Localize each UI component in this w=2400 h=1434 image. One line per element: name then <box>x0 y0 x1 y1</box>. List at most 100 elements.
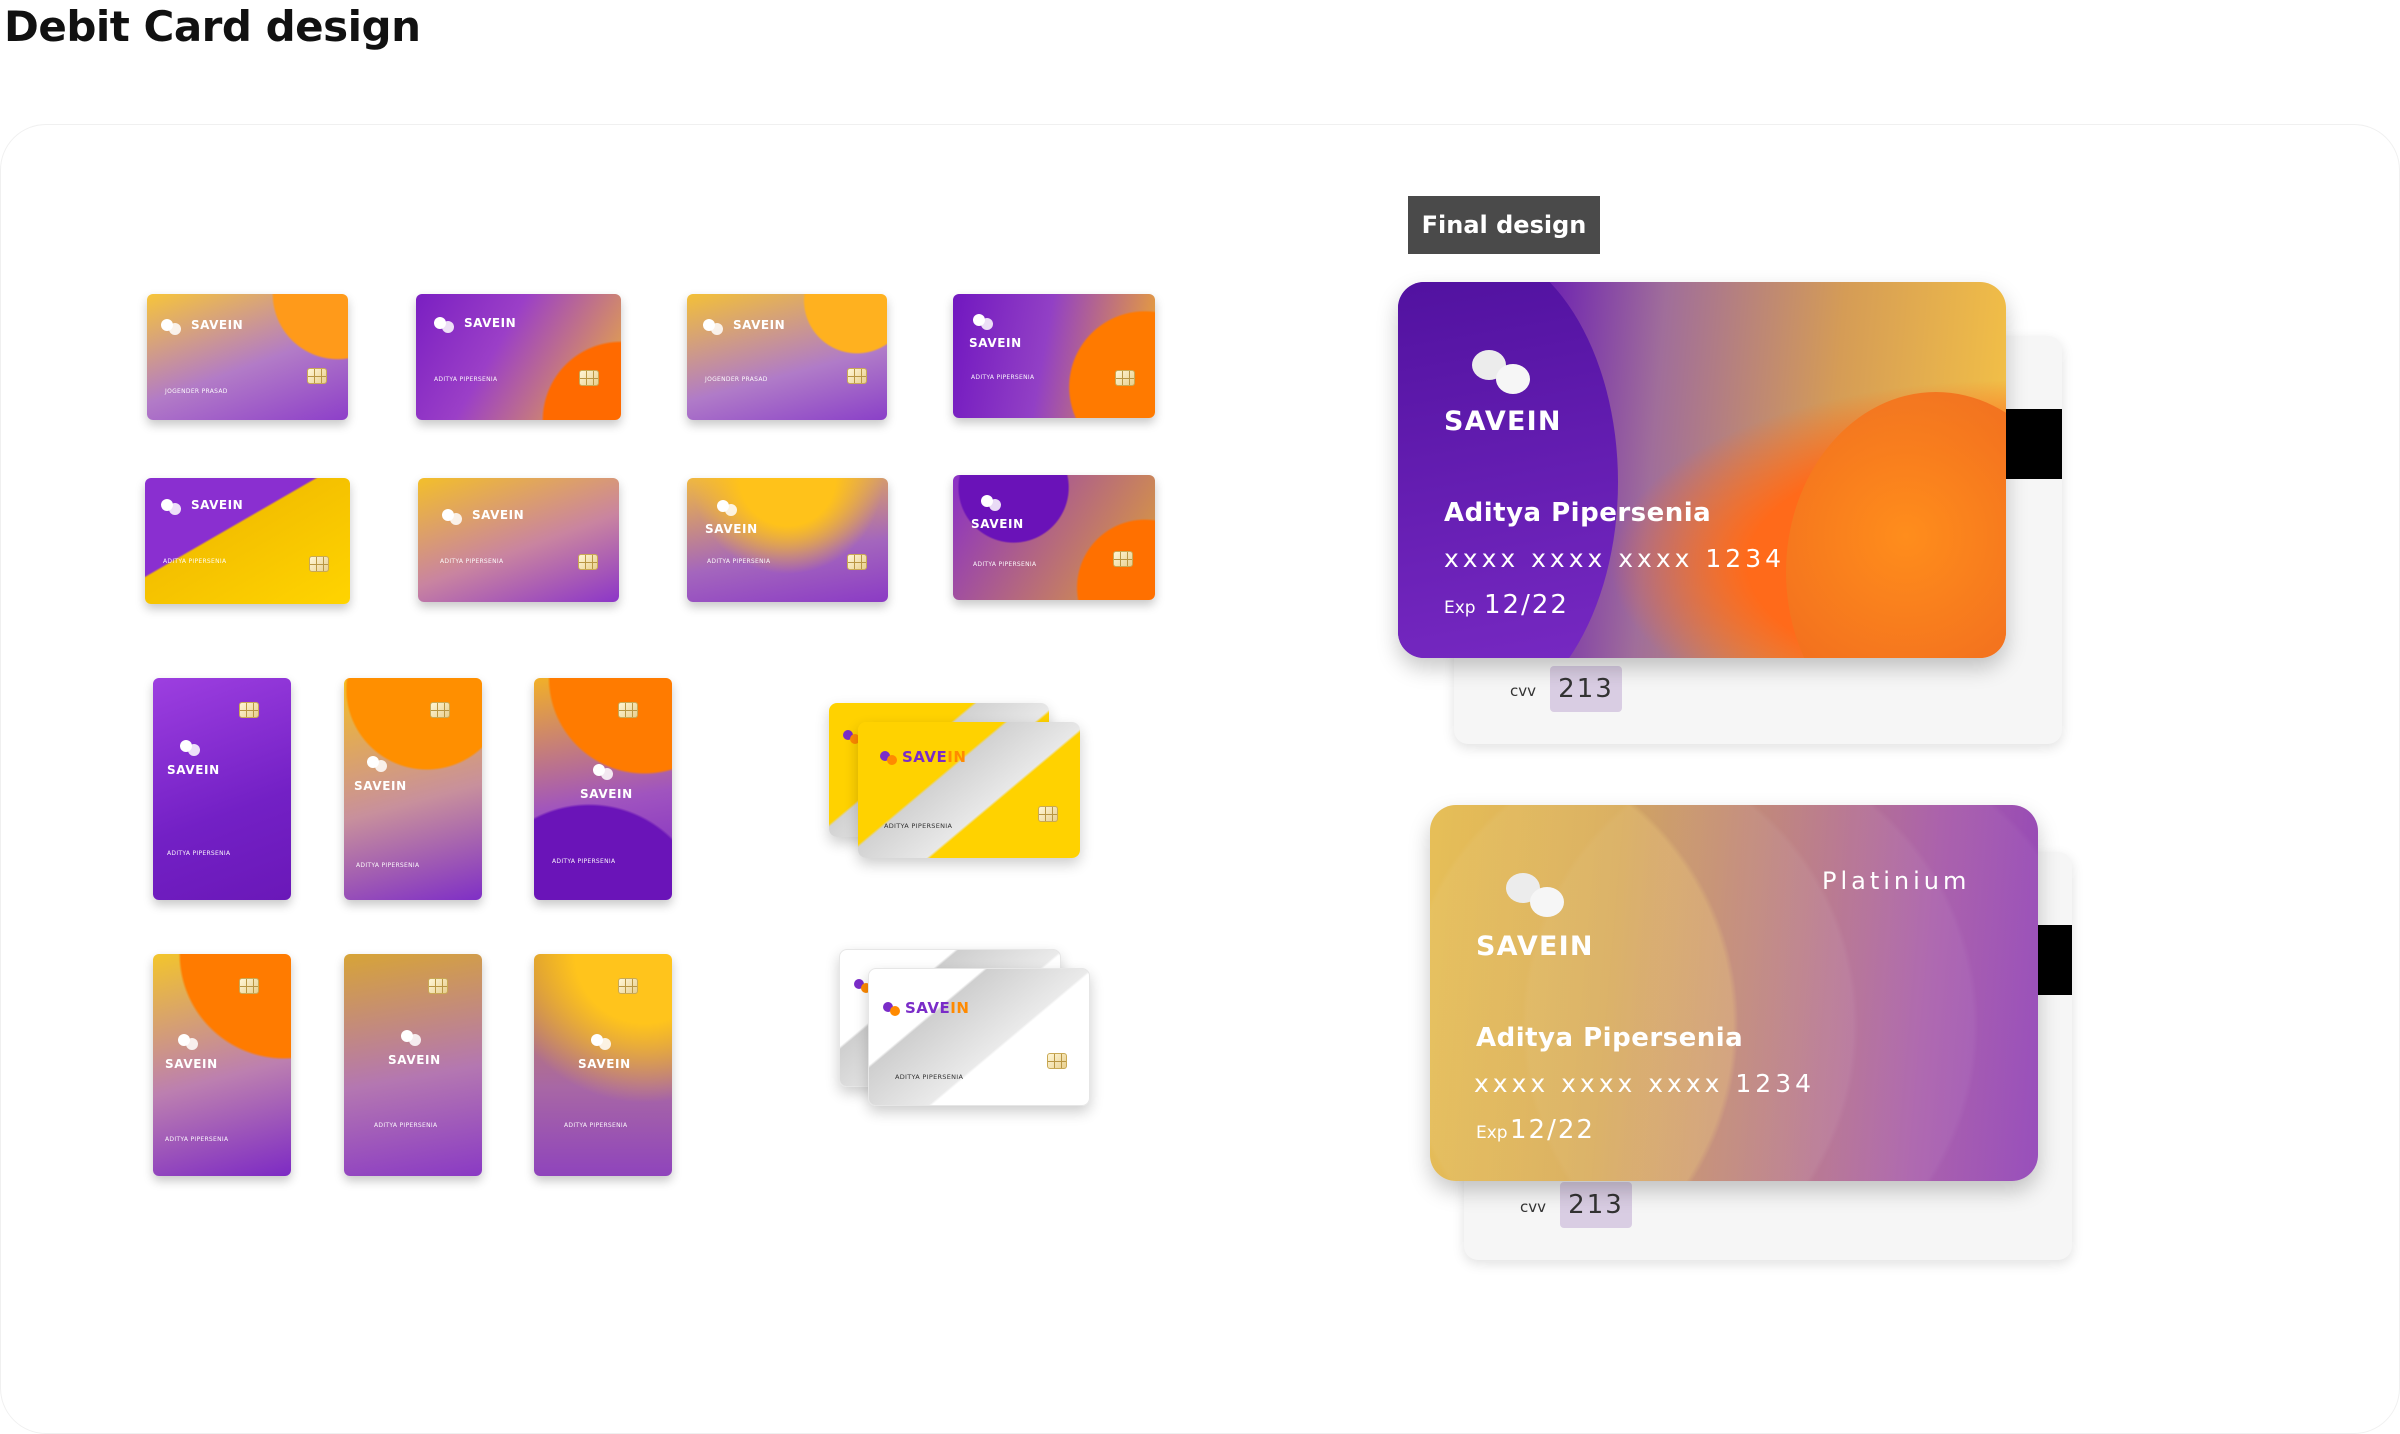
brand-text: SAVEIN <box>733 318 786 332</box>
exp-value: 12/22 <box>1484 590 1569 620</box>
card-number: xxxx xxxx xxxx 1234 <box>1444 544 1786 573</box>
magnetic-strip <box>2036 925 2072 995</box>
final-design-label: Final design <box>1408 196 1600 254</box>
chip-icon <box>618 702 638 718</box>
card-holder: ADITYA PIPERSENIA <box>374 1122 438 1129</box>
brand-text: SAVEIN <box>388 1053 441 1067</box>
brand-part-1: SAVE <box>902 748 948 766</box>
card-variation-6[interactable]: SAVEIN ADITYA PIPERSENIA <box>418 478 619 602</box>
chip-icon <box>847 554 867 570</box>
cvv-value: 213 <box>1550 666 1622 712</box>
brand-part-2: IN <box>950 999 970 1017</box>
logo-icon <box>442 508 468 525</box>
card-variation-8[interactable]: SAVEIN ADITYA PIPERSENIA <box>953 475 1155 600</box>
card-holder-name: Aditya Pipersenia <box>1476 1023 1744 1053</box>
page-title: Debit Card design <box>4 2 421 51</box>
card-vertical-2[interactable]: SAVEIN ADITYA PIPERSENIA <box>344 678 482 900</box>
logo-icon <box>178 1034 204 1052</box>
logo-icon <box>161 498 187 515</box>
logo-icon <box>717 500 743 518</box>
cvv-label: cvv <box>1520 1198 1547 1216</box>
card-brand: SAVEIN <box>388 1030 441 1067</box>
logo-icon <box>434 316 460 333</box>
card-brand: SAVEIN <box>165 1034 218 1071</box>
brand-text: SAVEIN <box>705 522 758 536</box>
chip-icon <box>428 978 448 994</box>
chip-icon <box>307 368 327 384</box>
brand-text: SAVEIN <box>969 336 1022 350</box>
card-holder: ADITYA PIPERSENIA <box>356 862 420 869</box>
brand-text: SAVEIN <box>472 508 525 522</box>
card-brand: SAVEIN <box>354 756 407 793</box>
card-brand: SAVEIN <box>580 764 633 801</box>
card-brand: SAVEIN <box>705 500 758 536</box>
brand-text: SAVEIN <box>191 318 244 332</box>
brand-text: SAVEIN <box>165 1057 218 1071</box>
cvv-label: cvv <box>1510 682 1537 700</box>
brand-text: SAVEIN <box>580 787 633 801</box>
brand-part-2: IN <box>947 748 967 766</box>
card-variation-1[interactable]: SAVEIN JOGENDER PRASAD <box>147 294 348 420</box>
logo-icon <box>180 740 206 758</box>
mockup-yellow-front[interactable]: SAVEIN ADITYA PIPERSENIA <box>858 722 1080 858</box>
brand-text: SAVEIN <box>971 517 1024 531</box>
card-brand: SAVEIN <box>703 318 786 335</box>
card-variation-7[interactable]: SAVEIN ADITYA PIPERSENIA <box>687 478 888 602</box>
chip-icon <box>1038 806 1058 822</box>
logo-icon <box>981 495 1007 513</box>
card-tier: Platinium <box>1822 867 1971 895</box>
card-holder: ADITYA PIPERSENIA <box>564 1122 628 1129</box>
logo-icon <box>883 1001 903 1016</box>
card-brand: SAVEIN <box>1444 406 1562 437</box>
card-variation-2[interactable]: SAVEIN ADITYA PIPERSENIA <box>416 294 621 420</box>
card-holder: ADITYA PIPERSENIA <box>167 850 231 857</box>
card-brand: SAVEIN <box>442 508 525 525</box>
savein-logo-icon <box>1472 350 1532 394</box>
card-brand: SAVEIN <box>969 314 1022 350</box>
mockup-holder: ADITYA PIPERSENIA <box>884 822 953 830</box>
card-holder: ADITYA PIPERSENIA <box>552 858 616 865</box>
brand-part-1: SAVE <box>905 999 951 1017</box>
card-brand: SAVEIN <box>434 316 516 333</box>
cvv-value: 213 <box>1560 1182 1632 1228</box>
chip-icon <box>309 556 329 572</box>
logo-icon <box>401 1030 427 1048</box>
exp-label: Exp <box>1444 598 1476 618</box>
card-vertical-4[interactable]: SAVEIN ADITYA PIPERSENIA <box>153 954 291 1176</box>
mockup-white-front[interactable]: SAVEIN ADITYA PIPERSENIA <box>868 968 1090 1106</box>
card-brand: SAVEIN <box>578 1034 631 1071</box>
card-variation-3[interactable]: SAVEIN JOGENDER PRASAD <box>687 294 887 420</box>
brand-text: SAVEIN <box>578 1057 631 1071</box>
chip-icon <box>847 368 867 384</box>
card-holder: ADITYA PIPERSENIA <box>973 561 1037 568</box>
mockup-holder: ADITYA PIPERSENIA <box>895 1073 964 1081</box>
chip-icon <box>578 554 598 570</box>
mockup-brand: SAVEIN <box>880 748 966 766</box>
logo-icon <box>973 314 999 332</box>
card-holder: ADITYA PIPERSENIA <box>707 558 771 565</box>
logo-icon <box>593 764 619 782</box>
card-brand: SAVEIN <box>161 498 243 515</box>
card-holder: JOGENDER PRASAD <box>705 376 768 383</box>
exp-value: 12/22 <box>1510 1115 1595 1145</box>
card2-front[interactable]: SAVEIN Platinium Aditya Pipersenia xxxx … <box>1430 805 2038 1181</box>
card-variation-4[interactable]: SAVEIN ADITYA PIPERSENIA <box>953 294 1155 418</box>
brand-text: SAVEIN <box>167 763 220 777</box>
card-holder-name: Aditya Pipersenia <box>1444 498 1712 528</box>
mockup-brand: SAVEIN <box>883 999 969 1017</box>
exp-label: Exp <box>1476 1123 1508 1143</box>
card-holder: JOGENDER PRASAD <box>165 388 228 395</box>
card-vertical-1[interactable]: SAVEIN ADITYA PIPERSENIA <box>153 678 291 900</box>
card-brand: SAVEIN <box>1476 931 1594 962</box>
card-holder: ADITYA PIPERSENIA <box>165 1136 229 1143</box>
card-vertical-5[interactable]: SAVEIN ADITYA PIPERSENIA <box>344 954 482 1176</box>
card1-front[interactable]: SAVEIN Aditya Pipersenia xxxx xxxx xxxx … <box>1398 282 2006 658</box>
chip-icon <box>1047 1053 1067 1069</box>
logo-icon <box>161 318 187 335</box>
card-holder: ADITYA PIPERSENIA <box>440 558 504 565</box>
card-vertical-6[interactable]: SAVEIN ADITYA PIPERSENIA <box>534 954 672 1176</box>
card-variation-5[interactable]: SAVEIN ADITYA PIPERSENIA <box>145 478 350 604</box>
chip-icon <box>239 702 259 718</box>
card-number: xxxx xxxx xxxx 1234 <box>1474 1069 1816 1098</box>
card-vertical-3[interactable]: SAVEIN ADITYA PIPERSENIA <box>534 678 672 900</box>
